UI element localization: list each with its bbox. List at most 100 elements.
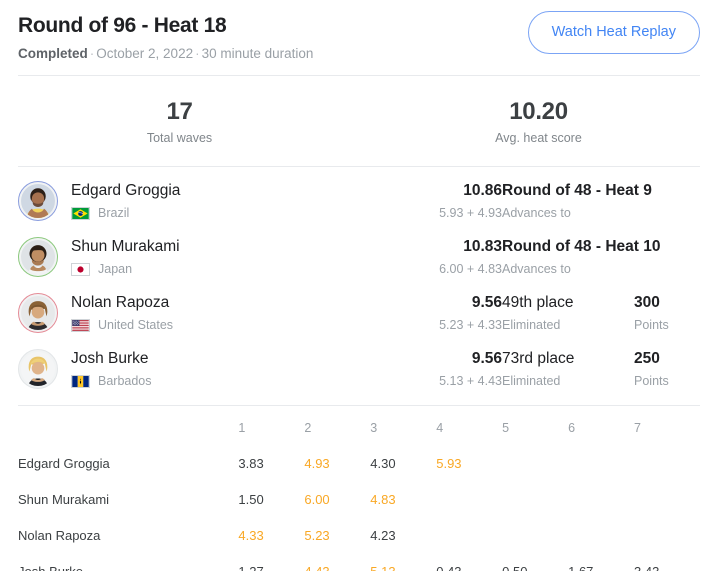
wave-cell: 5.13 bbox=[370, 554, 436, 571]
stat-label: Avg. heat score bbox=[495, 131, 582, 145]
wave-cell bbox=[634, 482, 700, 518]
avatar-ring bbox=[18, 293, 58, 333]
wave-table-body: Edgard Groggia 3.83 4.93 4.30 5.93 Shun … bbox=[18, 446, 700, 571]
avatar-photo bbox=[21, 296, 55, 330]
athlete-result: Round of 48 - Heat 10 Advances to bbox=[502, 237, 661, 277]
wave-header-7: 7 bbox=[634, 421, 641, 435]
athlete-score: 10.86 5.93 + 4.93 bbox=[382, 181, 502, 221]
score-breakdown: 5.93 + 4.93 bbox=[439, 206, 502, 220]
avatar-ring bbox=[18, 349, 58, 389]
wave-cell bbox=[502, 518, 568, 554]
wave-cell: 4.83 bbox=[370, 492, 396, 507]
score-breakdown: 5.13 + 4.43 bbox=[439, 374, 502, 388]
usa-flag-icon bbox=[71, 318, 90, 332]
heat-date: October 2, 2022 bbox=[96, 46, 194, 61]
heat-duration: 30 minute duration bbox=[201, 46, 314, 61]
avatar-ring bbox=[18, 237, 58, 277]
heat-status: Completed bbox=[18, 46, 88, 61]
result-destination: Round of 48 - Heat 10 bbox=[502, 238, 661, 255]
wave-cell: 1.27 bbox=[238, 554, 304, 571]
result-note: Eliminated bbox=[502, 318, 561, 332]
wave-cell: 0.43 bbox=[436, 554, 502, 571]
avatar bbox=[18, 293, 58, 333]
score-breakdown: 6.00 + 4.83 bbox=[439, 262, 502, 276]
wave-row-name: Josh Burke bbox=[18, 554, 238, 571]
meta-separator-1: · bbox=[89, 46, 95, 61]
result-placement: 49th place bbox=[502, 294, 574, 311]
wave-cell: 4.30 bbox=[370, 456, 396, 471]
wave-cell bbox=[568, 446, 634, 482]
stat-total-waves: 17 Total waves bbox=[0, 98, 359, 146]
avatar-photo bbox=[21, 240, 55, 274]
points-label: Points bbox=[634, 374, 669, 388]
result-note: Advances to bbox=[502, 206, 571, 220]
result-note: Advances to bbox=[502, 262, 571, 276]
score-total: 10.83 bbox=[463, 238, 502, 255]
wave-cell bbox=[436, 518, 502, 554]
points-value: 250 bbox=[634, 350, 660, 367]
wave-cell: 3.83 bbox=[238, 456, 264, 471]
avatar-ring bbox=[18, 181, 58, 221]
wave-cell: 5.23 bbox=[304, 528, 330, 543]
score-breakdown: 5.23 + 4.33 bbox=[439, 318, 502, 332]
wave-table-header-row: 1 2 3 4 5 6 7 bbox=[18, 416, 700, 446]
wave-cell bbox=[502, 482, 568, 518]
wave-header-3: 3 bbox=[370, 421, 378, 435]
athlete-row[interactable]: Shun Murakami Japan 10.83 6.00 + 4.83 Ro… bbox=[18, 229, 700, 285]
stat-value: 10.20 bbox=[509, 98, 568, 125]
points-label: Points bbox=[634, 318, 669, 332]
wave-cell: 4.33 bbox=[238, 528, 264, 543]
stat-label: Total waves bbox=[146, 131, 213, 145]
wave-header-6: 6 bbox=[568, 421, 576, 435]
avatar-photo bbox=[21, 184, 55, 218]
athlete-points: 250 Points bbox=[634, 349, 700, 389]
athlete-score: 10.83 6.00 + 4.83 bbox=[382, 237, 502, 277]
meta-separator-2: · bbox=[195, 46, 200, 61]
athlete-points bbox=[634, 199, 700, 203]
result-note: Eliminated bbox=[502, 374, 561, 388]
avatar bbox=[18, 237, 58, 277]
result-placement: 73rd place bbox=[502, 350, 575, 367]
wave-cell: 3.43 bbox=[634, 554, 700, 571]
wave-cell bbox=[436, 482, 502, 518]
wave-cell bbox=[568, 518, 634, 554]
heat-results-page: Round of 96 - Heat 18 Completed · October … bbox=[0, 0, 718, 571]
athlete-result: Round of 48 - Heat 9 Advances to bbox=[502, 181, 652, 221]
wave-header-1: 1 bbox=[238, 421, 246, 435]
wave-header-4: 4 bbox=[436, 421, 444, 435]
athlete-row[interactable]: Edgard Groggia Brazil 10.86 5.93 + 4.93 … bbox=[18, 173, 700, 229]
heat-header: Round of 96 - Heat 18 Completed · October … bbox=[0, 0, 718, 75]
avatar bbox=[18, 349, 58, 389]
table-row: Edgard Groggia 3.83 4.93 4.30 5.93 bbox=[18, 446, 700, 482]
athlete-row[interactable]: Josh Burke Barbados 9.56 5.13 + 4.43 73r… bbox=[18, 341, 700, 397]
points-value: 300 bbox=[634, 294, 660, 311]
wave-scores-section: 1 2 3 4 5 6 7 Edgard Groggia 3.83 4.93 4… bbox=[0, 406, 718, 571]
athlete-row[interactable]: Nolan Rapoza United States 9.56 5.23 + 4… bbox=[18, 285, 700, 341]
score-total: 10.86 bbox=[463, 182, 502, 199]
wave-cell: 6.00 bbox=[304, 492, 330, 507]
wave-cell bbox=[502, 446, 568, 482]
athlete-score: 9.56 5.23 + 4.33 bbox=[382, 293, 502, 333]
heat-stats: 17 Total waves 10.20 Avg. heat score bbox=[0, 76, 718, 166]
score-total: 9.56 bbox=[471, 294, 502, 311]
athlete-result: 73rd place Eliminated bbox=[502, 349, 618, 389]
athlete-list: Edgard Groggia Brazil 10.86 5.93 + 4.93 … bbox=[0, 167, 718, 405]
wave-cell: 5.93 bbox=[436, 456, 462, 471]
wave-row-name: Edgard Groggia bbox=[18, 456, 110, 471]
wave-cell: 0.50 bbox=[502, 554, 568, 571]
country-name: Barbados bbox=[98, 374, 152, 388]
barbados-flag-icon bbox=[71, 374, 90, 388]
wave-cell: 4.43 bbox=[304, 554, 370, 571]
wave-cell bbox=[634, 446, 700, 482]
avatar-photo bbox=[21, 352, 55, 386]
avatar bbox=[18, 181, 58, 221]
wave-scores-table: 1 2 3 4 5 6 7 Edgard Groggia 3.83 4.93 4… bbox=[18, 416, 700, 571]
wave-cell: 4.23 bbox=[370, 528, 396, 543]
watch-heat-replay-button[interactable]: Watch Heat Replay bbox=[527, 11, 700, 54]
wave-row-name: Nolan Rapoza bbox=[18, 528, 101, 543]
wave-header-blank bbox=[18, 416, 238, 446]
athlete-points bbox=[634, 255, 700, 259]
wave-cell: 4.93 bbox=[304, 456, 330, 471]
athlete-result: 49th place Eliminated bbox=[502, 293, 618, 333]
wave-cell bbox=[634, 518, 700, 554]
